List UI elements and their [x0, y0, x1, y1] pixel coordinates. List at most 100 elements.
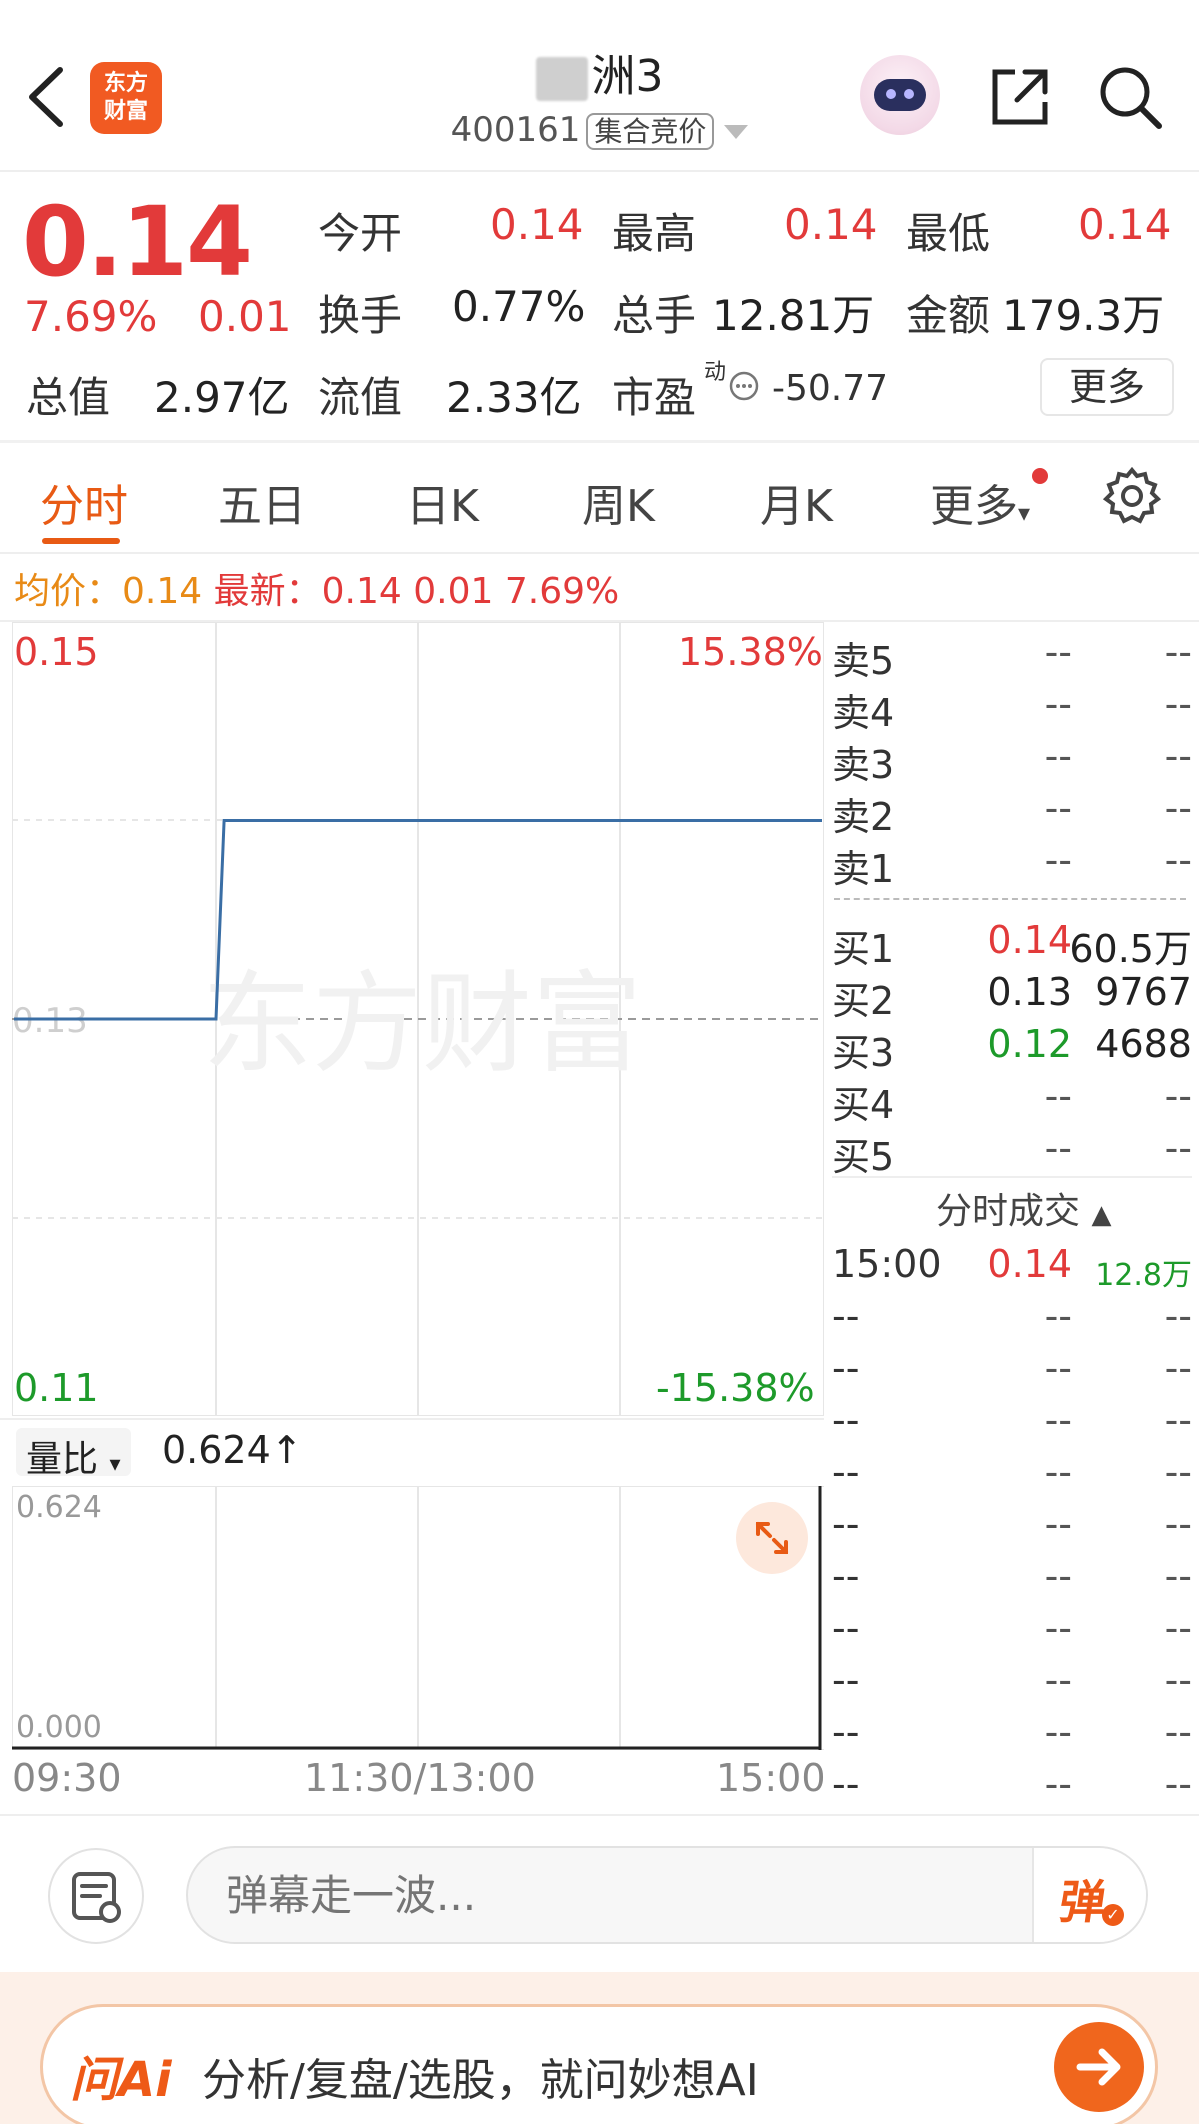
- more-quote-button[interactable]: 更多: [1040, 358, 1174, 416]
- total-hands-label: 总手: [612, 291, 697, 340]
- open-value: 0.14: [490, 200, 584, 249]
- ticks-title[interactable]: 分时成交 ▲: [936, 1182, 1111, 1234]
- tick-row: -- -- --: [832, 1502, 1192, 1546]
- ask-row: 卖1 -- --: [832, 838, 1192, 891]
- ai-logo: 问Ai: [70, 2052, 172, 2108]
- bid-row: 买5 -- --: [832, 1126, 1192, 1179]
- float-cap-value: 2.33亿: [446, 373, 582, 422]
- stock-name: 洲3: [591, 51, 664, 102]
- header: 东方 财富 洲3 400161 集合竞价: [0, 0, 1199, 170]
- expand-button[interactable]: [736, 1502, 808, 1574]
- volume-ratio-top-label: 0.624: [16, 1490, 102, 1525]
- tick-row: -- -- --: [832, 1658, 1192, 1702]
- change-amount: 0.01: [198, 292, 292, 341]
- danmu-input[interactable]: [186, 1846, 1148, 1944]
- last-price: 0.14: [22, 186, 253, 298]
- tick-row: -- -- --: [832, 1762, 1192, 1806]
- volume-ratio-selector[interactable]: 量比 ▾: [16, 1428, 131, 1480]
- chart-settings-button[interactable]: [1100, 464, 1164, 528]
- danmu-send-button[interactable]: 弹 ✓: [1032, 1848, 1146, 1942]
- gear-icon: [1102, 466, 1162, 524]
- tab-weekly-k[interactable]: 周K: [582, 470, 655, 534]
- latest-change: 0.01: [413, 571, 494, 612]
- share-button[interactable]: [985, 62, 1055, 132]
- market-cap-value: 2.97亿: [154, 373, 290, 422]
- volume-ratio-bottom-label: 0.000: [16, 1710, 102, 1745]
- share-icon: [992, 69, 1048, 125]
- latest-label: 最新：: [213, 571, 322, 612]
- turnover-label: 换手: [318, 291, 403, 340]
- tick-row: -- -- --: [832, 1450, 1192, 1494]
- turnover-value: 0.77%: [452, 282, 586, 331]
- avg-label: 均价：: [14, 571, 123, 612]
- watermark: 东方财富: [202, 960, 642, 1088]
- intraday-chart[interactable]: 东方财富 0.13: [12, 622, 824, 1416]
- check-icon: ✓: [1102, 1904, 1124, 1926]
- tick-row: -- -- --: [832, 1606, 1192, 1650]
- amount-label: 金额: [906, 291, 991, 340]
- divider: [832, 1176, 1192, 1178]
- y-axis-top-pct: 15.38%: [678, 630, 823, 674]
- y-axis-bottom-label: 0.11: [14, 1366, 99, 1410]
- divider: [0, 552, 1199, 554]
- ask-row: 卖4 -- --: [832, 682, 1192, 735]
- danmu-send-label: 弹: [1055, 1875, 1110, 1929]
- ai-prompt-text: 分析/复盘/选股，就问妙想AI: [202, 2055, 759, 2106]
- tab-daily-k[interactable]: 日K: [406, 470, 479, 534]
- search-button[interactable]: [1095, 62, 1165, 132]
- tick-row: 15:00 0.14 12.8万: [832, 1242, 1192, 1293]
- pe-dynamic-superscript: 动: [704, 360, 727, 385]
- mid-price-hint: 0.13: [12, 1001, 88, 1041]
- latest-percent: 7.69%: [504, 571, 620, 612]
- tab-monthly-k[interactable]: 月K: [760, 470, 833, 534]
- open-label: 今开: [318, 209, 403, 258]
- volume-ratio-chart[interactable]: [12, 1486, 824, 1750]
- order-book-divider: [834, 898, 1186, 900]
- stock-code: 400161: [450, 110, 581, 150]
- average-price-bar: 均价：0.14 最新：0.14 0.01 7.69%: [14, 562, 619, 614]
- chart-tabs: 分时 五日 日K 周K 月K 更多▾: [0, 450, 1199, 550]
- tab-five-day[interactable]: 五日: [218, 470, 306, 534]
- tab-more[interactable]: 更多▾: [930, 470, 1030, 534]
- trade-status-badge: 集合竞价: [586, 113, 715, 150]
- ticks-title-label: 分时成交: [936, 1191, 1081, 1232]
- bid-row: 买4 -- --: [832, 1074, 1192, 1127]
- active-tab-indicator: [42, 538, 120, 544]
- tick-row: -- -- --: [832, 1294, 1192, 1338]
- tab-intraday[interactable]: 分时: [40, 470, 128, 534]
- x-axis-label-start: 09:30: [12, 1756, 122, 1800]
- blurred-name-part: [535, 57, 588, 101]
- y-axis-top-label: 0.15: [14, 630, 99, 674]
- tick-row: -- -- --: [832, 1398, 1192, 1442]
- tick-row: -- -- --: [832, 1710, 1192, 1754]
- note-button[interactable]: [48, 1848, 144, 1944]
- low-value: 0.14: [1078, 200, 1172, 249]
- notification-dot: [1032, 468, 1048, 484]
- low-label: 最低: [906, 209, 991, 258]
- high-label: 最高: [612, 209, 697, 258]
- expand-icon: [756, 1522, 788, 1554]
- x-axis-label-mid: 11:30/13:00: [304, 1756, 536, 1800]
- robot-avatar-button[interactable]: [860, 55, 940, 135]
- x-axis-label-end: 15:00: [716, 1756, 826, 1800]
- chevron-down-icon: ▾: [109, 1452, 121, 1477]
- divider: [0, 1418, 824, 1420]
- change-percent: 7.69%: [24, 292, 158, 341]
- ai-go-button[interactable]: [1054, 2022, 1144, 2112]
- caret-up-icon: ▲: [1091, 1200, 1112, 1230]
- avg-value: 0.14: [122, 571, 203, 612]
- market-cap-label: 总值: [26, 373, 111, 422]
- bid-row: 买1 0.14 60.5万: [832, 918, 1192, 971]
- arrow-right-icon: [1076, 2048, 1121, 2086]
- info-icon[interactable]: [728, 370, 760, 402]
- bid-row: 买2 0.13 9767: [832, 970, 1192, 1023]
- chevron-down-icon: ▾: [1018, 499, 1031, 527]
- search-icon: [1100, 67, 1162, 129]
- divider: [0, 170, 1199, 172]
- amount-value: 179.3万: [1002, 291, 1165, 340]
- total-hands-value: 12.81万: [712, 291, 875, 340]
- ask-row: 卖3 -- --: [832, 734, 1192, 787]
- note-icon: [72, 1872, 121, 1923]
- volume-ratio-value: 0.624↑: [162, 1428, 303, 1472]
- float-cap-label: 流值: [318, 373, 403, 422]
